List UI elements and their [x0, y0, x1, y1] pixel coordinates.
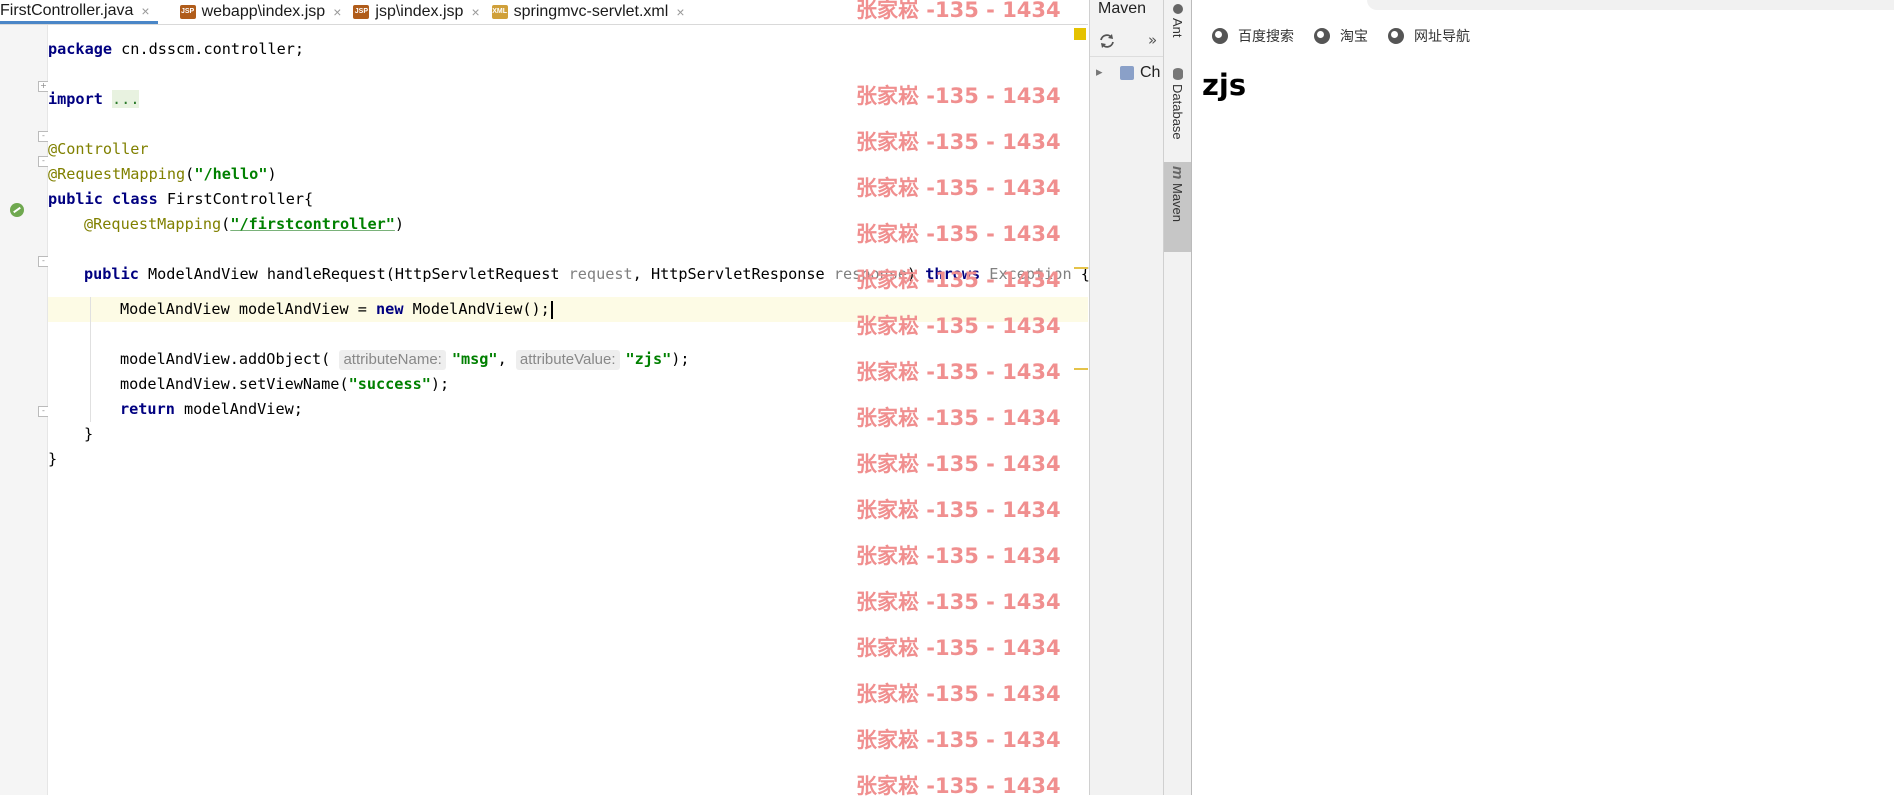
- ant-icon: [1172, 4, 1183, 14]
- bookmark-label: 淘宝: [1340, 29, 1368, 45]
- maven-title: Maven: [1098, 0, 1147, 17]
- code-line-3: import ...: [48, 90, 140, 108]
- bookmark-label: 百度搜索: [1238, 29, 1294, 45]
- maven-tool-window: Maven » ▸ Ch: [1089, 0, 1164, 795]
- close-icon[interactable]: ×: [471, 4, 479, 20]
- address-bar[interactable]: [1367, 0, 1894, 10]
- tab-label: springmvc-servlet.xml: [513, 3, 669, 20]
- tab-label: webapp\index.jsp: [201, 3, 326, 20]
- side-tab-label: Database: [1170, 84, 1185, 140]
- maven-icon: m: [1169, 166, 1186, 180]
- scroll-marker[interactable]: [1074, 368, 1088, 370]
- bookmark-baidu[interactable]: 百度搜索: [1212, 26, 1294, 46]
- code-line-13: modelAndView.addObject( attributeName: "m…: [120, 350, 690, 370]
- code-line-5: @Controller: [48, 140, 149, 158]
- close-icon[interactable]: ×: [141, 3, 149, 19]
- scroll-marker[interactable]: [1074, 267, 1088, 269]
- side-tab-ant[interactable]: Ant: [1164, 0, 1191, 52]
- chevron-right-icon[interactable]: ▸: [1096, 64, 1103, 80]
- editor-tab-bar: FirstController.java × JSP webapp\index.…: [0, 0, 1088, 25]
- jsp-file-icon: JSP: [353, 5, 370, 19]
- side-tab-label: Maven: [1170, 183, 1185, 223]
- param-hint: attributeValue:: [515, 350, 620, 370]
- tab-springmvc-servlet-xml[interactable]: XML springmvc-servlet.xml ×: [488, 0, 693, 24]
- code-line-8: @RequestMapping("/firstcontroller"): [84, 215, 405, 233]
- inspection-status-icon[interactable]: [1074, 28, 1086, 40]
- jsp-file-icon: JSP: [179, 5, 196, 19]
- ide-window: FirstController.java × JSP webapp\index.…: [0, 0, 1090, 798]
- folded-imports[interactable]: ...: [112, 90, 140, 108]
- tab-webapp-index-jsp[interactable]: JSP webapp\index.jsp ×: [176, 0, 350, 24]
- close-icon[interactable]: ×: [676, 4, 684, 20]
- code-line-16: }: [84, 425, 94, 443]
- tab-label: jsp\index.jsp: [375, 3, 464, 20]
- param-hint: attributeName:: [339, 350, 446, 370]
- globe-icon: [1388, 28, 1404, 44]
- tab-firstcontroller-java[interactable]: FirstController.java ×: [0, 0, 158, 24]
- code-line-1: package cn.dsscm.controller;: [48, 40, 305, 58]
- indent-guide: [90, 297, 91, 422]
- code-line-15: return modelAndView;: [120, 400, 303, 418]
- editor-gutter[interactable]: + - - - -: [0, 25, 49, 795]
- browser-window: 百度搜索 淘宝 网址导航 zjs: [1192, 0, 1894, 795]
- code-line-14: modelAndView.setViewName("success");: [120, 375, 450, 393]
- globe-icon: [1212, 28, 1228, 44]
- spring-bean-icon[interactable]: [10, 203, 24, 217]
- side-tab-maven[interactable]: m Maven: [1164, 162, 1191, 252]
- code-line-7: public class FirstController{: [48, 190, 314, 208]
- reload-icon[interactable]: [1098, 32, 1116, 50]
- tab-jsp-index-jsp[interactable]: JSP jsp\index.jsp ×: [349, 0, 487, 24]
- side-tab-database[interactable]: Database: [1164, 64, 1191, 158]
- maven-project-label: Ch: [1140, 64, 1161, 81]
- tab-label: FirstController.java: [0, 1, 134, 19]
- bookmark-label: 网址导航: [1414, 29, 1470, 45]
- more-actions-icon[interactable]: »: [1148, 31, 1157, 49]
- bookmark-taobao[interactable]: 淘宝: [1314, 26, 1368, 46]
- bookmark-nav[interactable]: 网址导航: [1388, 26, 1470, 46]
- code-line-6: @RequestMapping("/hello"): [48, 165, 277, 183]
- bookmarks-bar: 百度搜索 淘宝 网址导航: [1192, 22, 1894, 50]
- code-editor[interactable]: package cn.dsscm.controller; import ... …: [48, 25, 1090, 795]
- maven-module-icon: [1120, 66, 1134, 80]
- side-tab-label: Ant: [1170, 18, 1185, 38]
- right-tool-strip: Ant Database m Maven: [1163, 0, 1193, 795]
- code-line-10: public ModelAndView handleRequest(HttpSe…: [84, 265, 1090, 283]
- page-heading: zjs: [1202, 68, 1247, 102]
- code-line-17: }: [48, 450, 58, 468]
- globe-icon: [1314, 28, 1330, 44]
- database-icon: [1172, 68, 1183, 80]
- text-caret: [550, 300, 553, 319]
- code-line-11: ModelAndView modelAndView = new ModelAnd…: [120, 297, 553, 322]
- maven-toolbar: »: [1090, 26, 1164, 57]
- close-icon[interactable]: ×: [333, 4, 341, 20]
- maven-project-row[interactable]: ▸ Ch: [1090, 62, 1164, 86]
- xml-file-icon: XML: [491, 5, 508, 19]
